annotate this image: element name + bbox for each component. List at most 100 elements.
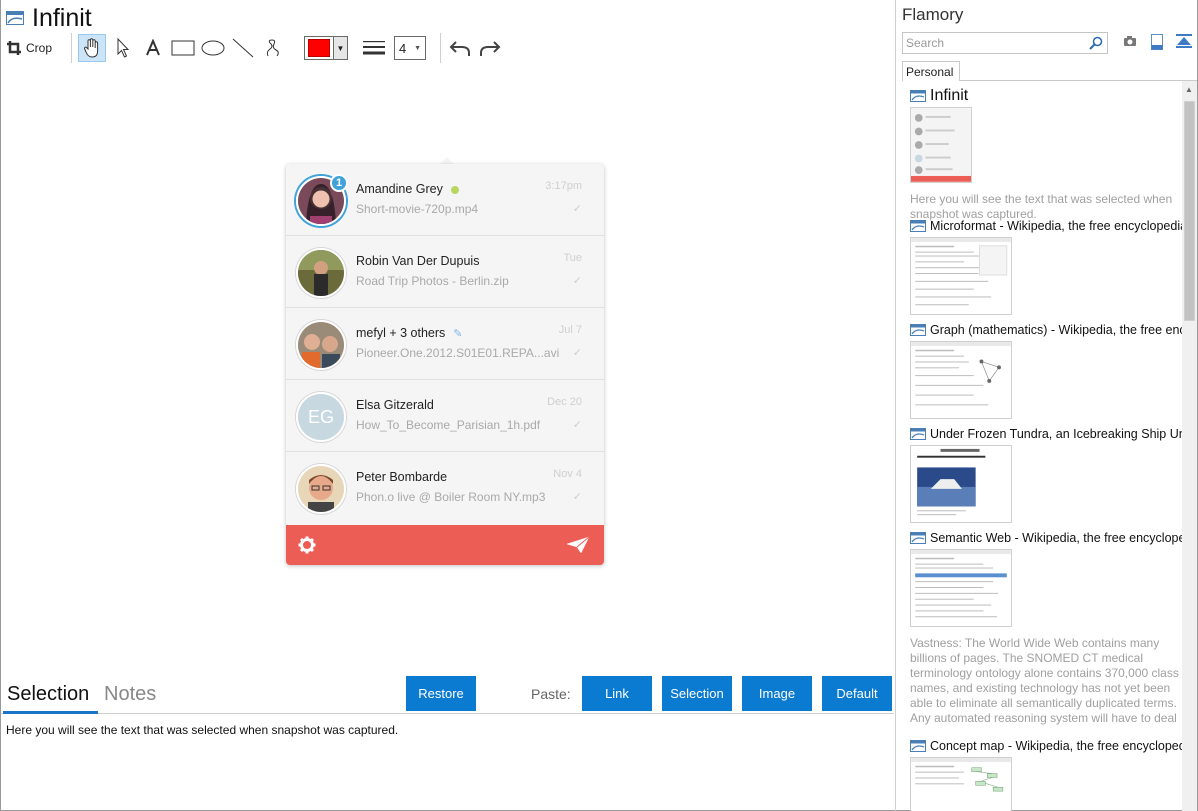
search-icon[interactable] (1089, 36, 1103, 50)
paste-link-button[interactable]: Link (582, 676, 652, 711)
send-icon[interactable] (566, 536, 590, 554)
snapshot-item[interactable]: Concept map - Wikipedia, the free encycl… (910, 737, 1182, 811)
search-input[interactable] (903, 33, 1083, 53)
crop-button[interactable]: Crop (6, 34, 61, 62)
scrollbar-thumb[interactable] (1184, 101, 1195, 321)
restore-button[interactable]: Restore (406, 676, 476, 711)
chevron-down-icon: ▼ (414, 44, 421, 52)
snapshot-app-icon (910, 532, 926, 544)
collapse-top-icon[interactable] (1176, 34, 1192, 48)
drawing-toolbar: Crop ▼ 4 ▼ (6, 33, 507, 63)
paste-default-button[interactable]: Default (822, 676, 892, 711)
initials-avatar: EG (298, 394, 344, 440)
conversation-item[interactable]: mefyl + 3 others ✎ Pioneer.One.2012.S01E0… (286, 308, 604, 380)
checkmark-icon: ✓ (572, 491, 582, 503)
line-width-value: 4 (399, 40, 407, 56)
hand-icon (84, 38, 99, 58)
avatar-photo (298, 466, 344, 512)
conversation-item[interactable]: Peter Bombarde Phon.o live @ Boiler Room… (286, 452, 604, 524)
snapshot-item[interactable]: Infinit Here you will see the text that … (910, 87, 1182, 221)
file-name: Short-movie-720p.mp4 (356, 202, 479, 216)
snapshot-thumbnail (910, 237, 1012, 315)
selection-text: Here you will see the text that was sele… (6, 723, 399, 737)
search-box (902, 32, 1108, 54)
arrow-pointer-icon (117, 38, 130, 58)
select-tool-button[interactable] (110, 34, 136, 62)
line-icon (232, 38, 254, 58)
contact-name: Robin Van Der Dupuis (356, 254, 480, 268)
undo-button[interactable] (447, 34, 473, 62)
avatar: EG (296, 392, 346, 442)
line-tool-button[interactable] (230, 34, 256, 62)
active-tab-indicator (3, 711, 98, 714)
snapshot-app-icon (910, 220, 926, 232)
gear-icon[interactable] (298, 536, 316, 554)
avatar (296, 464, 346, 514)
snapshot-item[interactable]: Semantic Web - Wikipedia, the free encyc… (910, 529, 1182, 737)
avatar-photo (298, 250, 344, 296)
paste-selection-button[interactable]: Selection (662, 676, 732, 711)
checkmark-icon: ✓ (572, 275, 582, 287)
timestamp: Nov 4 (553, 468, 582, 480)
snapshot-item[interactable]: Microformat - Wikipedia, the free encycl… (910, 217, 1182, 321)
snapshot-thumbnail (910, 107, 972, 183)
document-icon[interactable] (1150, 34, 1164, 50)
snapshot-app-icon (910, 90, 926, 102)
online-status-icon (450, 185, 459, 194)
snapshot-title: Under Frozen Tundra, an Icebreaking Ship… (910, 425, 1182, 443)
tab-personal[interactable]: Personal (902, 61, 960, 81)
camera-icon[interactable] (1123, 34, 1137, 48)
snapshot-list: Infinit Here you will see the text that … (910, 87, 1182, 811)
sidebar-scrollbar[interactable]: ▲ (1182, 81, 1197, 811)
snapshot-title: Semantic Web - Wikipedia, the free encyc… (910, 529, 1182, 547)
app-window: Infinit Crop ▼ 4 ▼ 1 Amandine Grey Short… (0, 0, 1198, 811)
snapshot-canvas[interactable]: 1 Amandine Grey Short-movie-720p.mp4 3:1… (1, 68, 894, 678)
snapshot-description: Vastness: The World Wide Web contains ma… (910, 636, 1179, 725)
snapshot-thumbnail (910, 549, 1012, 627)
snapshot-app-icon (910, 428, 926, 440)
file-name: Road Trip Photos - Berlin.zip (356, 274, 509, 288)
checkmark-icon: ✓ (572, 419, 582, 431)
checkmark-icon: ✓ (572, 203, 582, 215)
contact-name: Elsa Gitzerald (356, 398, 434, 412)
conversation-item[interactable]: 1 Amandine Grey Short-movie-720p.mp4 3:1… (286, 164, 604, 236)
snapshot-item[interactable]: Under Frozen Tundra, an Icebreaking Ship… (910, 425, 1182, 529)
line-width-select[interactable]: 4 ▼ (394, 36, 426, 60)
freehand-tool-button[interactable] (260, 34, 286, 62)
contact-name: Amandine Grey (356, 182, 459, 196)
color-picker[interactable]: ▼ (304, 36, 348, 60)
avatar (296, 248, 346, 298)
conversation-item[interactable]: Robin Van Der Dupuis Road Trip Photos - … (286, 236, 604, 308)
timestamp: Tue (563, 252, 582, 264)
rectangle-tool-button[interactable] (170, 34, 196, 62)
chevron-down-icon: ▼ (333, 37, 347, 59)
color-swatch (308, 39, 330, 57)
toolbar-separator (440, 33, 441, 63)
toolbar-separator (71, 33, 72, 63)
redo-button[interactable] (477, 34, 503, 62)
snapshot-title: Microformat - Wikipedia, the free encycl… (910, 217, 1182, 235)
snapshot-item[interactable]: Graph (mathematics) - Wikipedia, the fre… (910, 321, 1182, 425)
unread-badge: 1 (330, 174, 348, 192)
sidebar-title: Flamory (902, 5, 964, 24)
text-tool-button[interactable] (140, 34, 166, 62)
paste-image-button[interactable]: Image (742, 676, 812, 711)
snapshot-app-icon (910, 324, 926, 336)
paste-label: Paste: (531, 686, 571, 702)
ellipse-tool-button[interactable] (200, 34, 226, 62)
pan-tool-button[interactable] (78, 34, 106, 62)
scroll-up-icon[interactable]: ▲ (1185, 85, 1193, 94)
line-width-button[interactable] (362, 34, 386, 62)
flamory-sidebar: Flamory Personal (897, 0, 1197, 811)
tab-selection[interactable]: Selection (7, 683, 89, 706)
ellipse-icon (201, 40, 225, 56)
contact-name: mefyl + 3 others ✎ (356, 326, 463, 340)
freehand-icon (266, 39, 279, 57)
timestamp: Dec 20 (547, 396, 582, 408)
redo-icon (480, 41, 501, 56)
conversation-item[interactable]: EG Elsa Gitzerald How_To_Become_Parisian… (286, 380, 604, 452)
timestamp: Jul 7 (558, 324, 582, 336)
snapshot-title: Concept map - Wikipedia, the free encycl… (910, 737, 1182, 755)
contact-name: Peter Bombarde (356, 470, 448, 484)
tab-notes[interactable]: Notes (104, 683, 156, 706)
